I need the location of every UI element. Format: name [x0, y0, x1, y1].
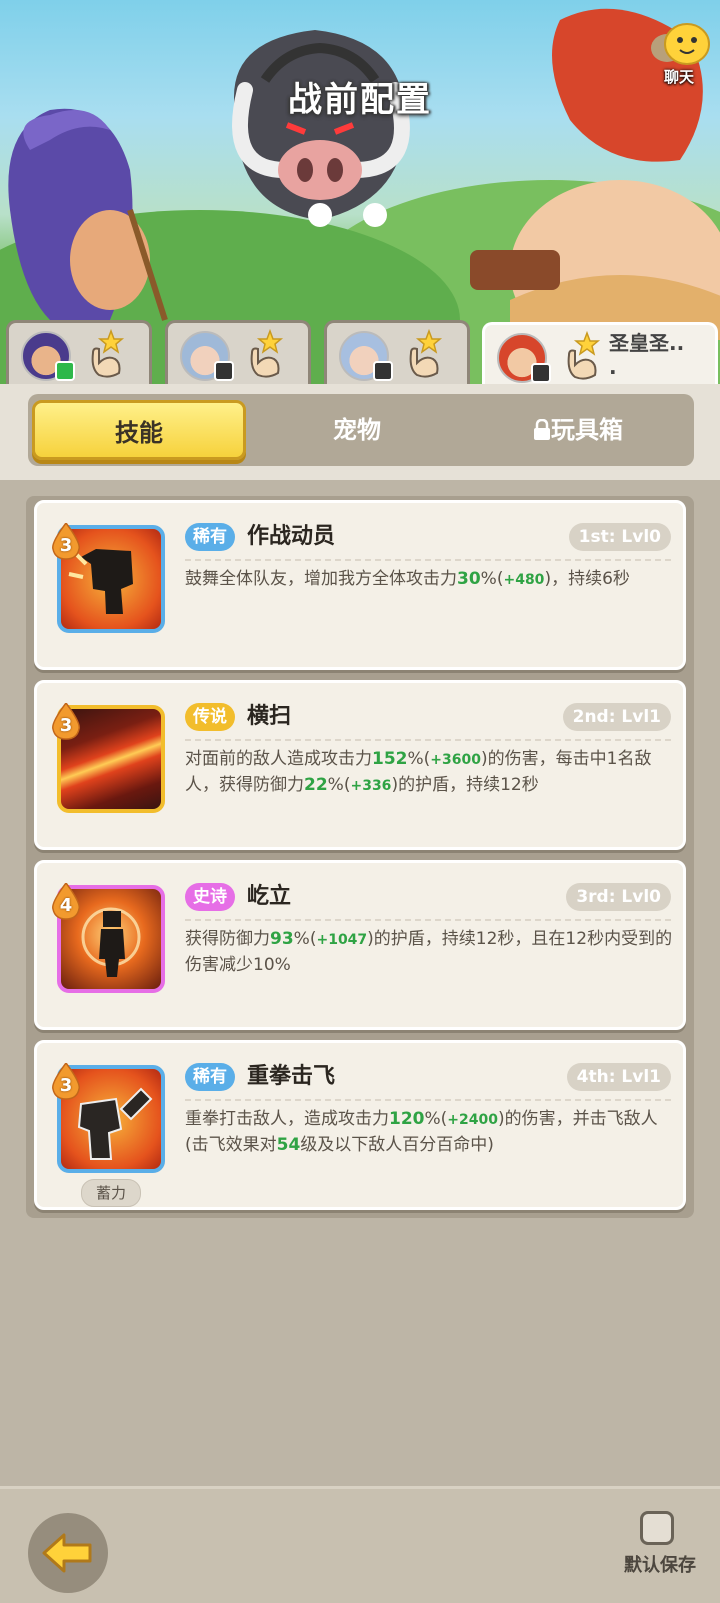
level-drop-icon [52, 523, 80, 560]
skill-name: 横扫 [247, 704, 292, 729]
chat-button[interactable]: 聊天 [645, 22, 713, 92]
tap-hand-icon [409, 328, 443, 378]
footer-bar: 默认保存 [0, 1486, 720, 1603]
back-button[interactable] [28, 1513, 108, 1593]
rarity-badge: 稀有 [185, 1063, 235, 1091]
controller-icon [531, 363, 551, 383]
level-drop-icon [52, 1063, 80, 1100]
boar-boss-illustration [232, 30, 410, 227]
tab-skills[interactable]: 技能 [32, 400, 246, 460]
skills-panel: 3 稀有 作战动员 1st: Lvl0 鼓舞全体队友，增加我方全体攻击力30%(… [26, 496, 694, 1218]
chat-label: 聊天 [663, 68, 694, 86]
hero-tab-3[interactable] [324, 320, 470, 386]
chat-bubble-icon [651, 23, 710, 65]
skill-name: 作战动员 [247, 524, 336, 549]
chat-status-icon [55, 361, 75, 381]
skill-card[interactable]: 3 蓄力 稀有 重拳击飞 4th: Lvl1 重拳打击敌人，造成攻击力120%(… [34, 1040, 686, 1210]
skill-slot-level: 1st: Lvl0 [568, 523, 671, 551]
rarity-badge: 稀有 [185, 523, 235, 551]
tap-hand-icon [250, 328, 284, 378]
skill-slot-level: 3rd: Lvl0 [566, 883, 671, 911]
hero-tab-2[interactable] [165, 320, 311, 386]
charge-badge: 蓄力 [81, 1179, 141, 1207]
tab-label: 技能 [115, 419, 163, 447]
hero-name: 圣皇圣.. . [609, 331, 685, 379]
tab-toybox[interactable]: 玩具箱 [468, 400, 688, 460]
rarity-badge: 史诗 [185, 883, 235, 911]
tab-pets[interactable]: 宠物 [252, 400, 462, 460]
divider [185, 739, 671, 741]
hero-tab-4[interactable]: 圣皇圣.. . [482, 322, 718, 388]
skill-description: 获得防御力93%(+1047)的护盾，持续12秒，且在12秒内受到的伤害减少10… [185, 929, 673, 975]
hero-tab-1[interactable] [6, 320, 152, 386]
default-save-checkbox[interactable] [640, 1511, 674, 1545]
controller-icon [214, 361, 234, 381]
tap-hand-icon [567, 330, 601, 380]
rarity-badge: 传说 [185, 703, 235, 731]
divider [185, 919, 671, 921]
skill-description: 鼓舞全体队友，增加我方全体攻击力30%(+480)，持续6秒 [185, 569, 630, 589]
skill-name: 重拳击飞 [247, 1064, 336, 1089]
controller-icon [373, 361, 393, 381]
divider [185, 559, 671, 561]
lock-icon [534, 418, 550, 440]
default-save-label: 默认保存 [624, 1555, 696, 1576]
category-tab-bar: 技能 宠物 玩具箱 [28, 394, 694, 466]
page-title: 战前配置 [288, 80, 432, 120]
back-arrow-icon [42, 1533, 92, 1573]
divider [185, 1099, 671, 1101]
skill-card[interactable]: 3 稀有 作战动员 1st: Lvl0 鼓舞全体队友，增加我方全体攻击力30%(… [34, 500, 686, 670]
tap-hand-icon [91, 328, 125, 378]
archer-hero-illustration [8, 108, 168, 321]
tab-label: 宠物 [333, 416, 381, 444]
skill-card[interactable]: 4 史诗 屹立 3rd: Lvl0 获得防御力93%(+1047)的护盾，持续1… [34, 860, 686, 1030]
skill-name: 屹立 [247, 884, 292, 909]
level-drop-icon [52, 703, 80, 740]
tab-label: 玩具箱 [551, 416, 623, 444]
skill-card[interactable]: 3 传说 横扫 2nd: Lvl1 对面前的敌人造成攻击力152%(+3600)… [34, 680, 686, 850]
skill-description: 重拳打击敌人，造成攻击力120%(+2400)的伤害，并击飞敌人(击飞效果对54… [185, 1109, 658, 1155]
skill-slot-level: 4th: Lvl1 [566, 1063, 671, 1091]
level-drop-icon [52, 883, 80, 920]
skill-slot-level: 2nd: Lvl1 [562, 703, 671, 731]
skill-description: 对面前的敌人造成攻击力152%(+3600)的伤害，每击中1名敌人，获得防御力2… [185, 749, 652, 795]
